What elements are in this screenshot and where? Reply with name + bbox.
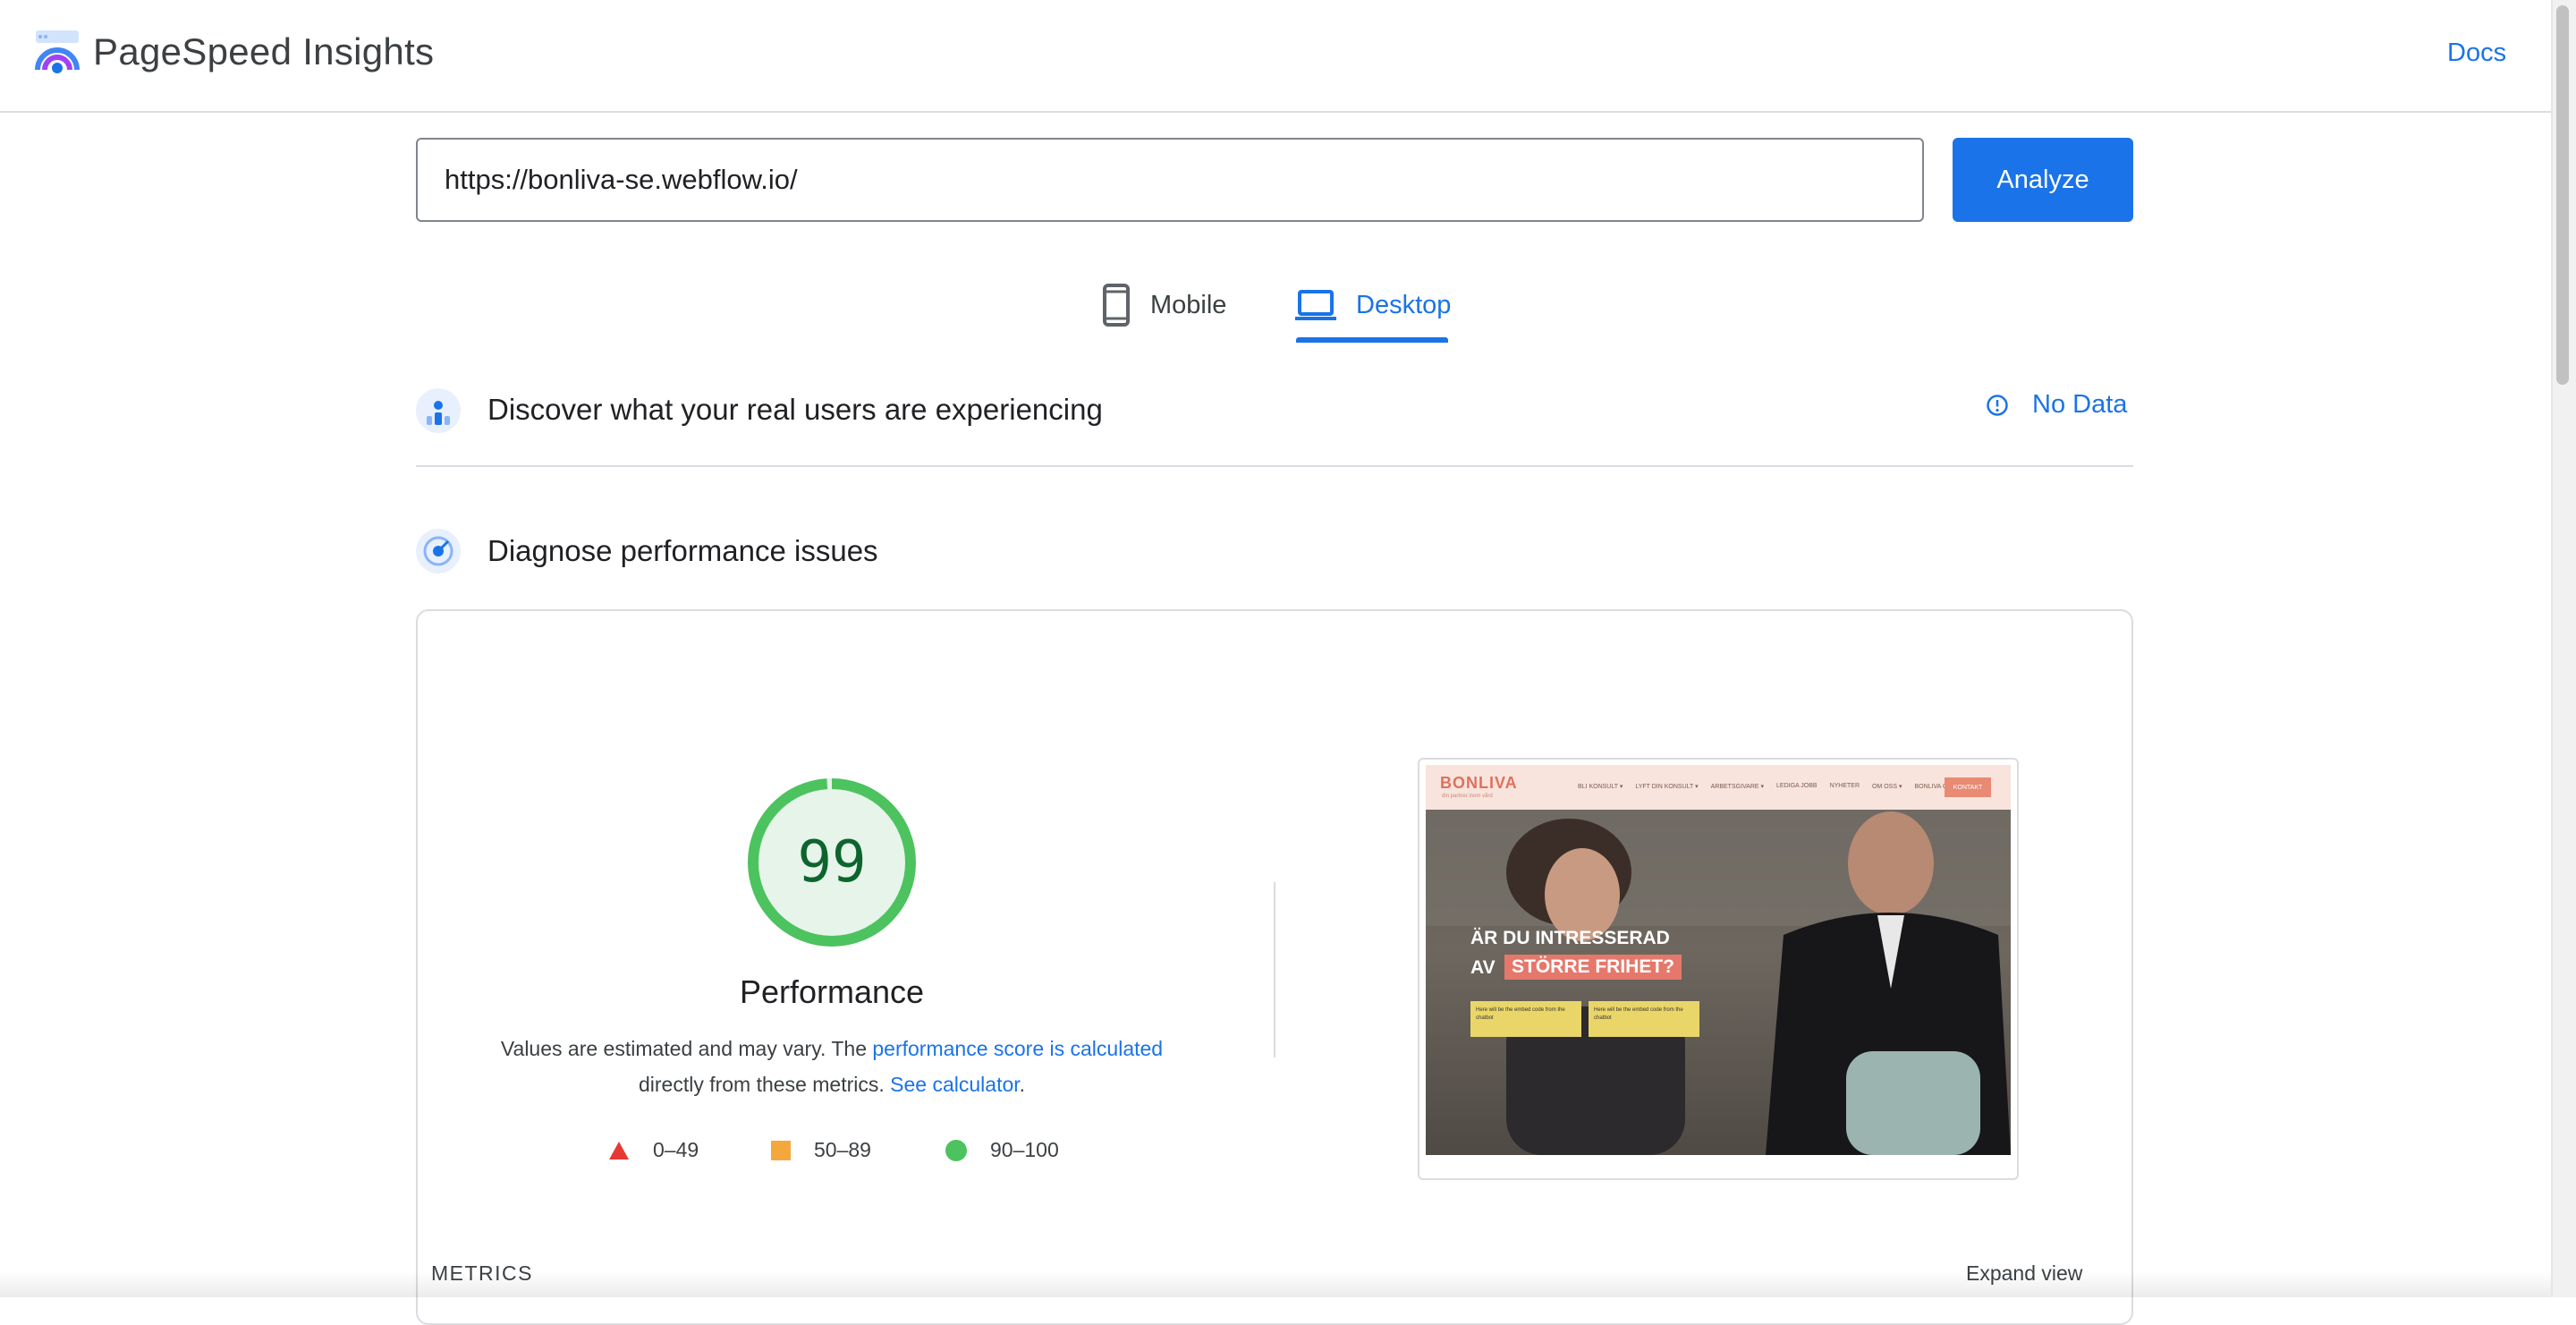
bottom-shadow [0, 1270, 2551, 1297]
screenshot-menu-item: LYFT DIN KONSULT ▾ [1635, 784, 1699, 790]
url-input[interactable] [416, 138, 1924, 222]
field-data-title: Discover what your real users are experi… [487, 393, 1103, 426]
tab-mobile[interactable]: Mobile [1102, 265, 1226, 345]
screenshot-logo-tagline: din partner inom vård [1442, 794, 1493, 799]
tab-desktop-label: Desktop [1356, 290, 1452, 319]
tab-desktop[interactable]: Desktop [1295, 265, 1451, 345]
mobile-phone-icon [1103, 284, 1130, 327]
screenshot-hero-image [1426, 810, 2011, 1155]
screenshot-menu-item: BLI KONSULT ▾ [1578, 784, 1623, 790]
triangle-icon [609, 1141, 629, 1159]
screenshot-menu: BLI KONSULT ▾ LYFT DIN KONSULT ▾ ARBETSG… [1578, 783, 1965, 790]
performance-label: Performance [739, 973, 925, 1010]
screenshot-menu-item: NYHETER [1829, 783, 1860, 789]
see-calculator-link[interactable]: See calculator [890, 1073, 1019, 1096]
circle-icon [945, 1139, 967, 1161]
description-text: Values are estimated and may vary. The [500, 1037, 873, 1060]
legend-fail-range: 0–49 [653, 1138, 699, 1161]
legend-fail: 0–49 [608, 1138, 699, 1162]
lab-data-title: Diagnose performance issues [487, 534, 878, 567]
page-screenshot: BONLIVA din partner inom vård BLI KONSUL… [1426, 765, 2011, 1155]
laptop-icon [1295, 290, 1336, 320]
legend-pass: 90–100 [945, 1138, 1059, 1162]
screenshot-headline-2a: AV [1470, 957, 1496, 978]
legend-average: 50–89 [771, 1138, 871, 1162]
screenshot-headline-2b: STÖRRE FRIHET? [1504, 955, 1682, 980]
target-icon [416, 529, 461, 573]
scrollbar-thumb[interactable] [2556, 5, 2569, 385]
screenshot-headline-1: ÄR DU INTRESSERAD [1470, 928, 1670, 948]
no-data-label: No Data [2032, 390, 2128, 419]
docs-link[interactable]: Docs [2447, 34, 2506, 72]
score-calculated-link[interactable]: performance score is calculated [872, 1037, 1163, 1060]
card-vertical-divider [1274, 882, 1275, 1057]
no-data-status[interactable]: No Data [1986, 390, 2127, 420]
description-end: . [1019, 1073, 1026, 1096]
score-description: Values are estimated and may vary. The p… [465, 1031, 1199, 1102]
legend-pass-range: 90–100 [990, 1138, 1059, 1161]
description-text-2: directly from these metrics. [638, 1073, 891, 1096]
info-icon [1987, 394, 2008, 416]
legend-average-range: 50–89 [814, 1138, 871, 1161]
screenshot-menu-item: OM OSS ▾ [1872, 784, 1902, 790]
square-icon [771, 1140, 791, 1160]
screenshot-logo: BONLIVA [1440, 774, 1518, 792]
performance-score-value: 99 [797, 829, 867, 896]
screenshot-chatbot-box: Here will be the embed code from the cha… [1470, 1001, 1581, 1037]
screenshot-cta-button: KONTAKT [1945, 777, 1991, 797]
app-title: PageSpeed Insights [93, 30, 435, 72]
section-divider [416, 465, 2133, 467]
analyze-button[interactable]: Analyze [1953, 138, 2133, 222]
hero-photo [1426, 810, 2011, 1155]
people-chart-icon [416, 388, 461, 433]
screenshot-chatbot-box: Here will be the embed code from the cha… [1589, 1001, 1699, 1037]
screenshot-menu-item: ARBETSGIVARE ▾ [1710, 784, 1765, 790]
tab-mobile-label: Mobile [1150, 290, 1227, 319]
screenshot-menu-item: LEDIGA JOBB [1776, 783, 1818, 789]
tab-selected-indicator [1296, 337, 1448, 343]
pagespeed-logo-icon[interactable] [32, 29, 82, 75]
